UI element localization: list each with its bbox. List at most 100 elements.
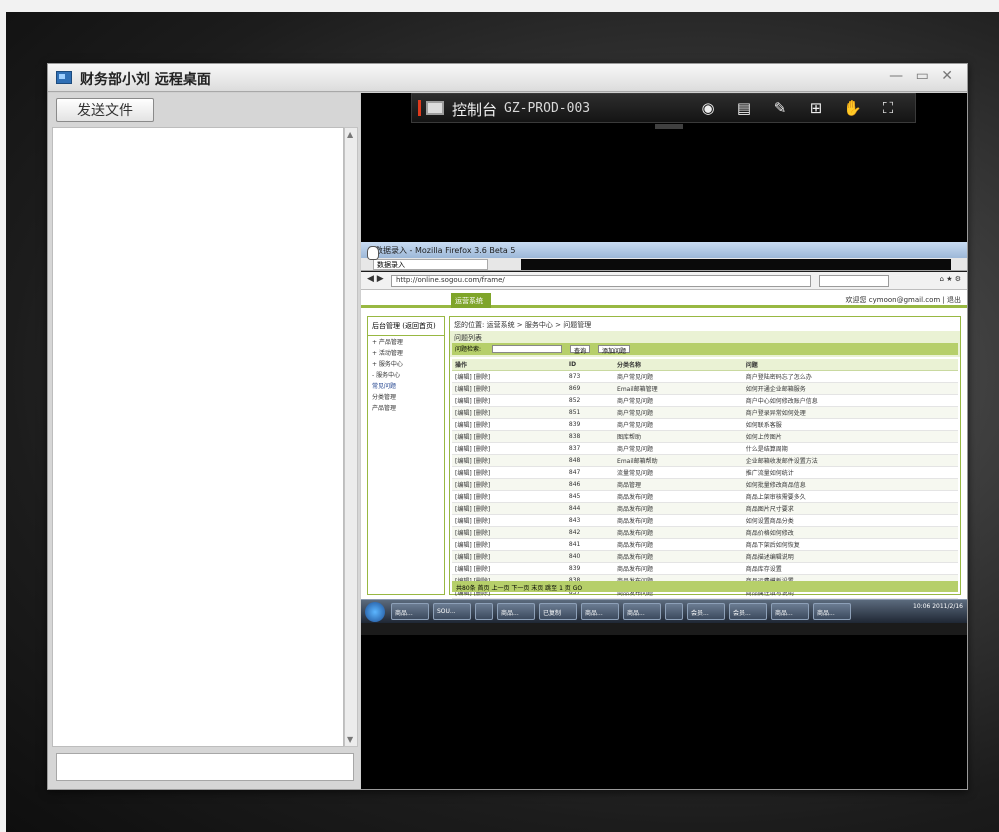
query-button[interactable]: 查询 xyxy=(570,345,591,355)
sidebar-item[interactable]: + 活动管理 xyxy=(368,347,444,358)
table-row[interactable]: [编辑] [删除] 838 图库帮助 如何上传图片 xyxy=(452,430,958,443)
start-button-icon[interactable] xyxy=(365,602,385,622)
cell-question[interactable]: 商品价格如何修改 xyxy=(742,526,958,539)
table-row[interactable]: [编辑] [删除] 848 Email邮箱帮助 企业邮箱收发邮件设置方法 xyxy=(452,454,958,467)
table-row[interactable]: [编辑] [删除] 842 商品发布问题 商品价格如何修改 xyxy=(452,526,958,539)
cell-op[interactable]: [编辑] [删除] xyxy=(452,526,566,539)
cell-op[interactable]: [编辑] [删除] xyxy=(452,382,566,395)
window-controls[interactable]: — ▭ ✕ xyxy=(889,68,957,84)
cell-question[interactable]: 商户中心如何修改账户信息 xyxy=(742,394,958,407)
sidebar-item[interactable]: 常见问题 xyxy=(368,380,444,391)
sidebar-item[interactable]: 分类管理 xyxy=(368,391,444,402)
sidebar-item[interactable]: - 服务中心 xyxy=(368,369,444,380)
cell-question[interactable]: 什么是结算周期 xyxy=(742,442,958,455)
cell-op[interactable]: [编辑] [删除] xyxy=(452,442,566,455)
cell-question[interactable]: 如何批量修改商品信息 xyxy=(742,478,958,491)
cell-question[interactable]: 商品下架后如何恢复 xyxy=(742,538,958,551)
taskbar-button[interactable]: 商品... xyxy=(771,603,809,620)
taskbar-button[interactable]: 商品... xyxy=(581,603,619,620)
cell-question[interactable]: 商品图片尺寸要求 xyxy=(742,502,958,515)
taskbar-button[interactable] xyxy=(665,603,683,620)
cell-question[interactable]: 如何设置商品分类 xyxy=(742,514,958,527)
cell-op[interactable]: [编辑] [删除] xyxy=(452,514,566,527)
cell-op[interactable]: [编辑] [删除] xyxy=(452,562,566,575)
taskbar-button[interactable] xyxy=(475,603,493,620)
cell-question[interactable]: 商品库存设置 xyxy=(742,562,958,575)
browser-menu-icon[interactable]: ⌂ ★ ⚙ xyxy=(940,275,961,283)
cell-op[interactable]: [编辑] [删除] xyxy=(452,490,566,503)
scroll-up-arrow-icon[interactable]: ▲ xyxy=(347,130,353,139)
cell-question[interactable]: 商户登录异常如何处理 xyxy=(742,406,958,419)
cell-op[interactable]: [编辑] [删除] xyxy=(452,406,566,419)
taskbar-button[interactable]: SOU... xyxy=(433,603,471,620)
table-row[interactable]: [编辑] [删除] 839 商户常见问题 如何联系客服 xyxy=(452,418,958,431)
table-row[interactable]: [编辑] [删除] 840 商品发布问题 商品描述编辑说明 xyxy=(452,550,958,563)
chat-scrollbar[interactable]: ▲ ▼ xyxy=(344,127,358,747)
cell-question[interactable]: 如何开通企业邮箱服务 xyxy=(742,382,958,395)
user-info[interactable]: 欢迎您 cymoon@gmail.com | 退出 xyxy=(846,295,961,305)
remote-desktop-view[interactable]: 数据录入 - Mozilla Firefox 3.6 Beta 5 数据录入 ◀… xyxy=(361,242,967,635)
table-row[interactable]: [编辑] [删除] 852 商户常见问题 商户中心如何修改账户信息 xyxy=(452,394,958,407)
table-row[interactable]: [编辑] [删除] 845 商品发布问题 商品上架审核需要多久 xyxy=(452,490,958,503)
cell-op[interactable]: [编辑] [删除] xyxy=(452,502,566,515)
table-row[interactable]: [编辑] [删除] 851 商户常见问题 商户登录异常如何处理 xyxy=(452,406,958,419)
window-titlebar[interactable]: 财务部小刘 远程桌面 — ▭ ✕ xyxy=(48,64,967,92)
cell-question[interactable]: 商户登陆密码忘了怎么办 xyxy=(742,370,958,383)
cell-op[interactable]: [编辑] [删除] xyxy=(452,538,566,551)
cell-question[interactable]: 推广流量如何统计 xyxy=(742,466,958,479)
remote-screen[interactable]: 控制台 GZ-PROD-003 ◉ ▤ ✎ ⊞ ✋ ⛶ 数据录入 - Mozil… xyxy=(361,93,967,789)
cell-question[interactable]: 企业邮箱收发邮件设置方法 xyxy=(742,454,958,467)
table-row[interactable]: [编辑] [删除] 869 Email邮箱管理 如何开通企业邮箱服务 xyxy=(452,382,958,395)
taskbar-button[interactable]: 商品... xyxy=(497,603,535,620)
cell-op[interactable]: [编辑] [删除] xyxy=(452,430,566,443)
table-row[interactable]: [编辑] [删除] 839 商品发布问题 商品库存设置 xyxy=(452,562,958,575)
browser-tab[interactable]: 数据录入 xyxy=(373,259,488,270)
taskbar-button[interactable]: 商品... xyxy=(813,603,851,620)
table-row[interactable]: [编辑] [删除] 847 流量常见问题 推广流量如何统计 xyxy=(452,466,958,479)
table-row[interactable]: [编辑] [删除] 873 商户常见问题 商户登陆密码忘了怎么办 xyxy=(452,370,958,383)
browser-search[interactable] xyxy=(819,275,889,287)
taskbar-button[interactable]: 商品... xyxy=(623,603,661,620)
table-row[interactable]: [编辑] [删除] 844 商品发布问题 商品图片尺寸要求 xyxy=(452,502,958,515)
chat-input[interactable] xyxy=(56,753,354,781)
cell-question[interactable]: 商品上架审核需要多久 xyxy=(742,490,958,503)
cell-op[interactable]: [编辑] [删除] xyxy=(452,454,566,467)
cell-op[interactable]: [编辑] [删除] xyxy=(452,370,566,383)
table-row[interactable]: [编辑] [删除] 837 商户常见问题 什么是结算周期 xyxy=(452,442,958,455)
cell-op[interactable]: [编辑] [删除] xyxy=(452,478,566,491)
cell-question[interactable]: 如何上传图片 xyxy=(742,430,958,443)
screen-icon[interactable]: ▤ xyxy=(735,99,753,117)
sidebar-title[interactable]: 后台管理 (返回首页) xyxy=(368,317,444,336)
fullscreen-icon[interactable]: ⛶ xyxy=(879,99,897,117)
eye-icon[interactable]: ◉ xyxy=(699,99,717,117)
cell-op[interactable]: [编辑] [删除] xyxy=(452,418,566,431)
cell-op[interactable]: [编辑] [删除] xyxy=(452,394,566,407)
send-file-button[interactable]: 发送文件 xyxy=(56,98,154,122)
toolbar-handle[interactable] xyxy=(418,100,421,116)
table-row[interactable]: [编辑] [删除] 846 商品管理 如何批量修改商品信息 xyxy=(452,478,958,491)
scroll-down-arrow-icon[interactable]: ▼ xyxy=(347,735,353,744)
fit-screen-icon[interactable]: ⊞ xyxy=(807,99,825,117)
taskbar-button[interactable]: 商品... xyxy=(391,603,429,620)
url-bar[interactable]: http://online.sogou.com/frame/ xyxy=(391,275,811,287)
puzzle-icon[interactable]: ✎ xyxy=(771,99,789,117)
taskbar-button[interactable]: 已复制 xyxy=(539,603,577,620)
cell-op[interactable]: [编辑] [删除] xyxy=(452,550,566,563)
site-tab[interactable]: 运营系统 xyxy=(451,293,491,308)
filter-input[interactable] xyxy=(492,345,562,353)
toolbar-pull-tab[interactable] xyxy=(655,124,683,129)
pager[interactable]: 共80条 首页 上一页 下一页 末页 跳至 1 页 GO xyxy=(452,581,958,592)
sidebar-item[interactable]: + 服务中心 xyxy=(368,358,444,369)
cell-question[interactable]: 商品描述编辑说明 xyxy=(742,550,958,563)
sidebar-item[interactable]: + 产品管理 xyxy=(368,336,444,347)
table-row[interactable]: [编辑] [删除] 841 商品发布问题 商品下架后如何恢复 xyxy=(452,538,958,551)
taskbar-button[interactable]: 会员... xyxy=(729,603,767,620)
cell-question[interactable]: 如何联系客服 xyxy=(742,418,958,431)
table-row[interactable]: [编辑] [删除] 843 商品发布问题 如何设置商品分类 xyxy=(452,514,958,527)
cell-op[interactable]: [编辑] [删除] xyxy=(452,466,566,479)
back-icon[interactable]: ◀ ▶ xyxy=(367,274,384,284)
sidebar-item[interactable]: 产品管理 xyxy=(368,402,444,413)
taskbar-button[interactable]: 会员... xyxy=(687,603,725,620)
hand-icon[interactable]: ✋ xyxy=(843,99,862,117)
add-question-button[interactable]: 添加问题 xyxy=(598,345,631,355)
